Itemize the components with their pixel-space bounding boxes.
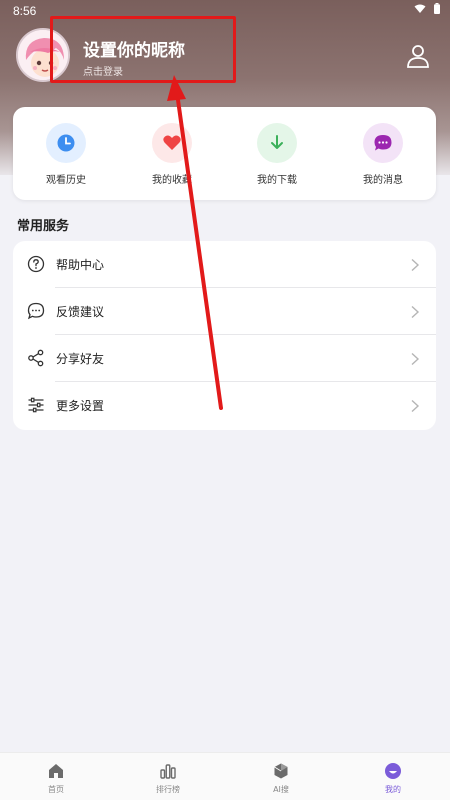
tab-label: 排行榜 (156, 785, 180, 794)
service-item-settings[interactable]: 更多设置 (13, 382, 436, 429)
avatar[interactable] (16, 28, 70, 82)
tab-label: 我的 (385, 785, 401, 794)
service-label: 分享好友 (56, 352, 105, 366)
clock-icon (57, 134, 75, 152)
settings-sliders-icon (27, 396, 45, 414)
quick-action-messages[interactable]: 我的消息 (330, 107, 436, 200)
service-label: 更多设置 (56, 399, 105, 413)
service-item-feedback[interactable]: 反馈建议 (13, 288, 436, 335)
history-icon-circle (46, 123, 86, 163)
tab-ai-search[interactable]: AI搜 (225, 753, 337, 800)
service-label: 帮助中心 (56, 258, 105, 272)
service-item-share[interactable]: 分享好友 (13, 335, 436, 382)
tab-label: AI搜 (273, 785, 289, 794)
tab-profile[interactable]: 我的 (337, 753, 449, 800)
share-icon (27, 349, 45, 367)
chevron-right-icon (410, 398, 420, 413)
service-label: 反馈建议 (56, 305, 105, 319)
quick-action-history[interactable]: 观看历史 (13, 107, 119, 200)
section-title-services: 常用服务 (17, 219, 70, 234)
chevron-right-icon (410, 351, 420, 366)
wifi-icon (414, 4, 426, 14)
quick-action-favorites[interactable]: 我的收藏 (119, 107, 225, 200)
quick-action-downloads[interactable]: 我的下载 (224, 107, 330, 200)
tab-home[interactable]: 首页 (0, 753, 112, 800)
message-icon (374, 135, 392, 151)
tab-ranking[interactable]: 排行榜 (112, 753, 224, 800)
chevron-right-icon (410, 257, 420, 272)
chevron-right-icon (410, 304, 420, 319)
battery-icon (434, 3, 440, 14)
heart-icon (163, 135, 181, 150)
nickname-title[interactable]: 设置你的昵称 (83, 36, 185, 61)
messages-icon-circle (363, 123, 403, 163)
quick-actions-card: 观看历史 我的收藏 我的下载 我的消息 (13, 107, 436, 200)
profile-icon (384, 762, 402, 780)
ai-search-icon (272, 762, 290, 780)
services-card: 帮助中心 反馈建议 分享好友 更多设置 (13, 241, 436, 430)
tab-label: 首页 (48, 785, 64, 794)
favorites-icon-circle (152, 123, 192, 163)
quick-action-label: 观看历史 (46, 175, 86, 186)
downloads-icon-circle (257, 123, 297, 163)
quick-action-label: 我的收藏 (152, 175, 192, 186)
login-link[interactable]: 点击登录 (83, 63, 123, 78)
home-icon (47, 762, 65, 780)
quick-action-label: 我的下载 (257, 175, 297, 186)
quick-action-label: 我的消息 (363, 175, 403, 186)
ranking-icon (159, 762, 177, 780)
download-icon (271, 135, 283, 149)
status-time: 8:56 (13, 4, 37, 18)
bottom-tab-bar: 首页 排行榜 AI搜 我的 (0, 752, 450, 800)
status-bar: 8:56 (0, 0, 450, 22)
feedback-icon (27, 302, 45, 320)
service-item-help[interactable]: 帮助中心 (13, 241, 436, 288)
user-icon[interactable] (404, 42, 432, 70)
help-icon (27, 255, 45, 273)
